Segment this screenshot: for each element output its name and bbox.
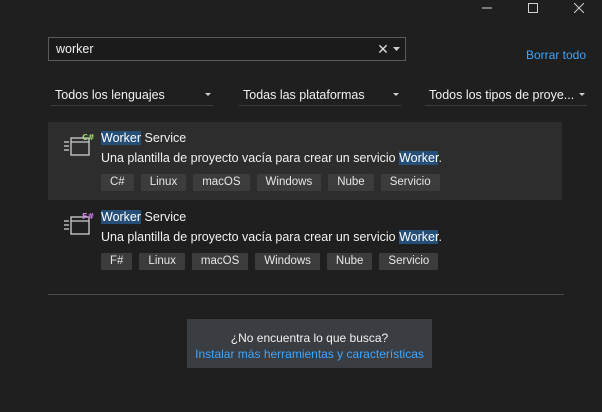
template-description: Una plantilla de proyecto vacía para cre… [101, 230, 442, 244]
language-badge: F# [82, 212, 94, 221]
tag: Linux [139, 253, 185, 270]
close-icon [574, 3, 584, 13]
tag: Windows [256, 174, 322, 191]
tag: Nube [328, 174, 374, 191]
tag: Servicio [379, 253, 439, 270]
template-tags: F# Linux macOS Windows Nube Servicio [101, 253, 439, 270]
tag: macOS [191, 253, 249, 270]
search-history-dropdown[interactable] [391, 47, 405, 51]
tag: F# [101, 253, 133, 270]
clear-all-link[interactable]: Borrar todo [526, 48, 586, 62]
install-more-tools-link[interactable]: Instalar más herramientas y característi… [187, 347, 432, 361]
worker-service-icon: C# [62, 132, 96, 158]
maximize-icon [528, 3, 538, 13]
minimize-button[interactable] [464, 0, 510, 16]
divider [48, 294, 564, 295]
minimize-icon [482, 7, 492, 9]
search-box[interactable]: worker ✕ [48, 37, 406, 61]
language-filter-label: Todos los lenguajes [55, 87, 165, 102]
template-tags: C# Linux macOS Windows Nube Servicio [101, 174, 440, 191]
tag: C# [101, 174, 134, 191]
chevron-down-icon [205, 93, 211, 96]
language-filter-dropdown[interactable]: Todos los lenguajes [51, 84, 213, 106]
search-input[interactable]: worker [49, 42, 375, 56]
platform-filter-dropdown[interactable]: Todas las plataformas [239, 84, 401, 106]
not-found-panel: ¿No encuentra lo que busca? Instalar más… [187, 319, 432, 368]
clear-search-icon[interactable]: ✕ [375, 38, 391, 60]
language-badge: C# [82, 133, 95, 142]
maximize-button[interactable] [510, 0, 556, 16]
project-type-filter-dropdown[interactable]: Todos los tipos de proye... [425, 84, 587, 106]
close-window-button[interactable] [556, 0, 602, 16]
template-item-worker-service-csharp[interactable]: C# Worker Service Una plantilla de proye… [48, 122, 562, 200]
chevron-down-icon [393, 47, 400, 51]
chevron-down-icon [393, 93, 399, 96]
template-item-worker-service-fsharp[interactable]: F# Worker Service Una plantilla de proye… [48, 201, 562, 279]
template-description: Una plantilla de proyecto vacía para cre… [101, 151, 442, 165]
tag: Nube [326, 253, 373, 270]
tag: Servicio [380, 174, 440, 191]
template-title: Worker Service [101, 131, 187, 145]
template-title: Worker Service [101, 210, 187, 224]
chevron-down-icon [579, 93, 585, 96]
window-controls [464, 0, 602, 16]
tag: macOS [193, 174, 250, 191]
platform-filter-label: Todas las plataformas [243, 87, 365, 102]
not-found-question: ¿No encuentra lo que busca? [230, 331, 389, 345]
project-type-filter-label: Todos los tipos de proye... [429, 87, 575, 102]
worker-service-icon: F# [62, 211, 96, 237]
tag: Linux [140, 174, 187, 191]
tag: Windows [255, 253, 320, 270]
